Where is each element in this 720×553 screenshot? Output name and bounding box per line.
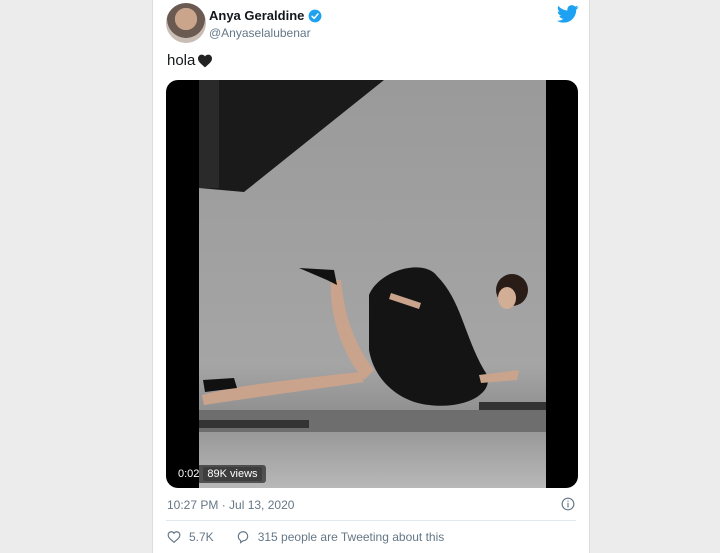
tweet-text: hola — [167, 52, 213, 69]
author-name[interactable]: Anya Geraldine — [209, 8, 304, 23]
black-heart-icon — [198, 54, 213, 67]
verified-badge-icon — [308, 9, 322, 22]
divider — [166, 520, 576, 521]
video-player[interactable]: 0:02 89K views — [166, 80, 578, 488]
tweet-timestamp[interactable]: 10:27 PM · Jul 13, 2020 — [167, 498, 294, 512]
tweet-card: Anya Geraldine @Anyaselalubenar hola 0:0… — [152, 0, 590, 553]
reply-bubble-icon — [237, 531, 248, 544]
conversation-button[interactable]: 315 people are Tweeting about this — [236, 530, 445, 544]
tweet-actions: 5.7K 315 people are Tweeting about this — [167, 530, 466, 544]
views-count: 89K views — [203, 467, 262, 481]
video-time-badge: 0:02 89K views — [174, 465, 266, 483]
heart-outline-icon — [167, 531, 181, 543]
author-row: Anya Geraldine — [209, 8, 322, 23]
conversation-text: 315 people are Tweeting about this — [257, 530, 445, 544]
tweet-text-content: hola — [167, 52, 196, 69]
avatar[interactable] — [166, 3, 206, 43]
info-icon[interactable] — [561, 497, 575, 511]
video-time: 0:02 — [178, 468, 200, 480]
like-count: 5.7K — [189, 530, 214, 544]
video-frame — [199, 80, 546, 488]
twitter-bird-icon[interactable] — [557, 5, 579, 23]
like-button[interactable]: 5.7K — [167, 530, 214, 544]
author-handle[interactable]: @Anyaselalubenar — [209, 26, 311, 40]
